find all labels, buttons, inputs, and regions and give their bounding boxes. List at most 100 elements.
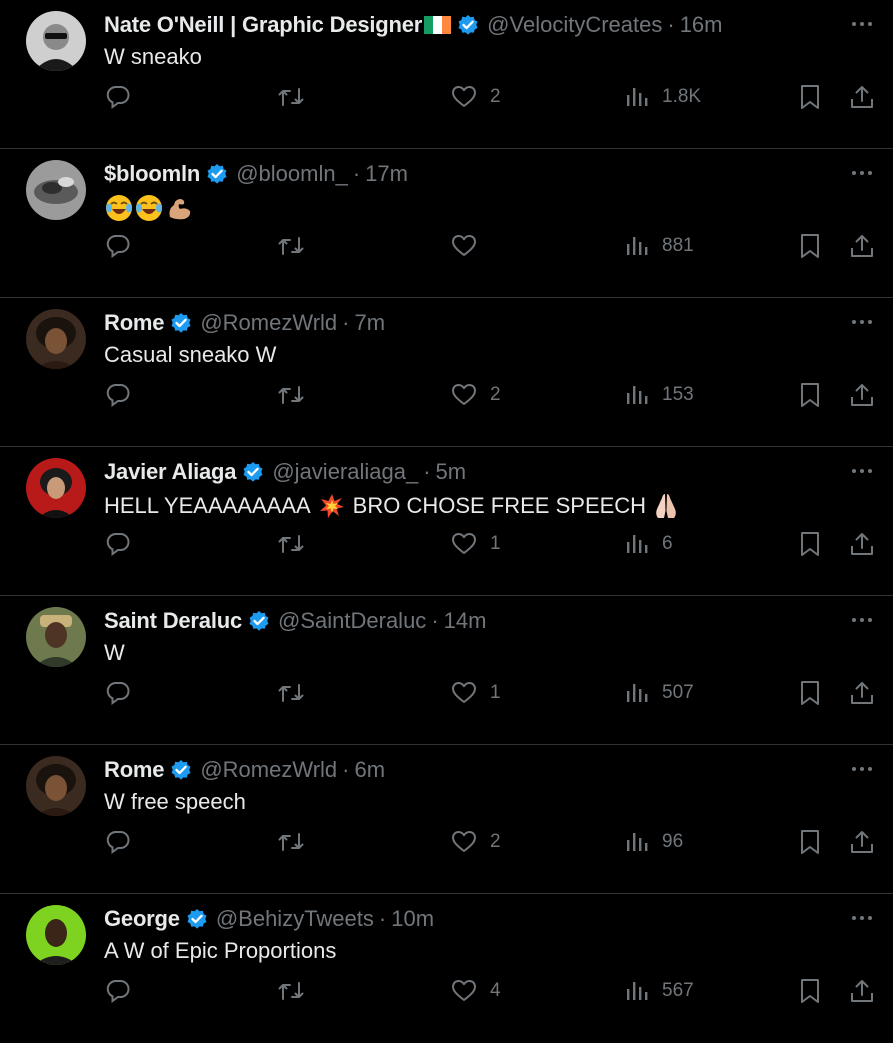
timestamp[interactable]: 16m	[680, 12, 723, 38]
like-button[interactable]	[450, 229, 490, 263]
reply-button[interactable]	[104, 974, 132, 1008]
verified-badge-icon[interactable]	[170, 312, 192, 334]
retweet-arrows-icon	[276, 232, 306, 260]
action-bar: 1 6	[0, 527, 893, 561]
more-dots-icon[interactable]	[850, 610, 874, 630]
retweet-button[interactable]	[276, 676, 306, 710]
like-count: 1	[490, 682, 501, 703]
author-name[interactable]: George	[104, 906, 180, 932]
timestamp[interactable]: 5m	[436, 459, 467, 485]
tweet-text: A W of Epic Proportions	[104, 938, 336, 964]
author-handle[interactable]: @VelocityCreates	[487, 12, 662, 38]
bookmark-button[interactable]	[797, 676, 823, 710]
verified-badge-icon[interactable]	[457, 14, 479, 36]
share-button[interactable]	[849, 378, 875, 412]
tweet[interactable]: Rome @RomezWrld · 7m Casual sneako W 2 1…	[0, 298, 893, 447]
tweet[interactable]: $bloomln @bloomln_ · 17m 881	[0, 149, 893, 298]
avatar[interactable]	[26, 756, 86, 816]
bookmark-button[interactable]	[797, 527, 823, 561]
more-dots-icon[interactable]	[850, 461, 874, 481]
view-count: 1.8K	[662, 86, 702, 107]
more-dots-icon[interactable]	[850, 163, 874, 183]
retweet-button[interactable]	[276, 229, 306, 263]
retweet-button[interactable]	[276, 378, 306, 412]
tweet[interactable]: Nate O'Neill | Graphic Designer @Velocit…	[0, 0, 893, 149]
bookmark-button[interactable]	[797, 825, 823, 859]
bookmark-button[interactable]	[797, 974, 823, 1008]
author-handle[interactable]: @javieraliaga_	[272, 459, 418, 485]
views-button[interactable]: 881	[624, 229, 694, 263]
author-name[interactable]: Rome	[104, 757, 165, 783]
reply-button[interactable]	[104, 527, 132, 561]
verified-badge-icon[interactable]	[206, 163, 228, 185]
views-button[interactable]: 153	[624, 378, 694, 412]
tweet[interactable]: Rome @RomezWrld · 6m W free speech 2 96	[0, 745, 893, 894]
more-dots-icon[interactable]	[850, 14, 874, 34]
author-handle[interactable]: @SaintDeraluc	[278, 608, 426, 634]
share-button[interactable]	[849, 676, 875, 710]
author-handle[interactable]: @RomezWrld	[200, 757, 337, 783]
like-button[interactable]: 2	[450, 378, 501, 412]
retweet-button[interactable]	[276, 825, 306, 859]
retweet-button[interactable]	[276, 974, 306, 1008]
author-name[interactable]: $bloomln	[104, 161, 200, 187]
author-handle[interactable]: @BehizyTweets	[216, 906, 374, 932]
author-name[interactable]: Rome	[104, 310, 165, 336]
timestamp[interactable]: 17m	[365, 161, 408, 187]
author-handle[interactable]: @RomezWrld	[200, 310, 337, 336]
verified-badge-icon[interactable]	[248, 610, 270, 632]
avatar[interactable]	[26, 458, 86, 518]
verified-badge-icon[interactable]	[186, 908, 208, 930]
share-button[interactable]	[849, 825, 875, 859]
share-button[interactable]	[849, 974, 875, 1008]
like-button[interactable]: 2	[450, 80, 501, 114]
reply-button[interactable]	[104, 80, 132, 114]
timestamp[interactable]: 7m	[355, 310, 386, 336]
speech-bubble-icon	[104, 232, 132, 260]
like-button[interactable]: 2	[450, 825, 501, 859]
reply-button[interactable]	[104, 825, 132, 859]
more-dots-icon[interactable]	[850, 908, 874, 928]
retweet-button[interactable]	[276, 527, 306, 561]
bookmark-icon	[797, 679, 823, 707]
views-button[interactable]: 1.8K	[624, 80, 701, 114]
share-button[interactable]	[849, 527, 875, 561]
timestamp[interactable]: 6m	[355, 757, 386, 783]
tweet[interactable]: Saint Deraluc @SaintDeraluc · 14m W 1 50…	[0, 596, 893, 745]
verified-badge-icon[interactable]	[242, 461, 264, 483]
author-handle[interactable]: @bloomln_	[236, 161, 348, 187]
avatar[interactable]	[26, 309, 86, 369]
action-bar: 1 507	[0, 676, 893, 710]
avatar[interactable]	[26, 160, 86, 220]
bookmark-button[interactable]	[797, 80, 823, 114]
author-name[interactable]: Saint Deraluc	[104, 608, 242, 634]
avatar[interactable]	[26, 905, 86, 965]
bookmark-button[interactable]	[797, 378, 823, 412]
timestamp[interactable]: 14m	[444, 608, 487, 634]
author-name[interactable]: Nate O'Neill | Graphic Designer	[104, 12, 422, 38]
views-button[interactable]: 96	[624, 825, 683, 859]
like-button[interactable]: 4	[450, 974, 501, 1008]
tweet[interactable]: Javier Aliaga @javieraliaga_ · 5m HELL Y…	[0, 447, 893, 596]
like-button[interactable]: 1	[450, 676, 501, 710]
bar-chart-icon	[624, 828, 650, 856]
views-button[interactable]: 6	[624, 527, 673, 561]
bookmark-button[interactable]	[797, 229, 823, 263]
views-button[interactable]: 567	[624, 974, 694, 1008]
reply-button[interactable]	[104, 676, 132, 710]
timestamp[interactable]: 10m	[391, 906, 434, 932]
share-button[interactable]	[849, 80, 875, 114]
reply-button[interactable]	[104, 229, 132, 263]
retweet-button[interactable]	[276, 80, 306, 114]
avatar[interactable]	[26, 11, 86, 71]
like-button[interactable]: 1	[450, 527, 501, 561]
tweet[interactable]: George @BehizyTweets · 10m A W of Epic P…	[0, 894, 893, 1043]
author-name[interactable]: Javier Aliaga	[104, 459, 237, 485]
views-button[interactable]: 507	[624, 676, 694, 710]
verified-badge-icon[interactable]	[170, 759, 192, 781]
avatar[interactable]	[26, 607, 86, 667]
reply-button[interactable]	[104, 378, 132, 412]
share-button[interactable]	[849, 229, 875, 263]
more-dots-icon[interactable]	[850, 759, 874, 779]
more-dots-icon[interactable]	[850, 312, 874, 332]
